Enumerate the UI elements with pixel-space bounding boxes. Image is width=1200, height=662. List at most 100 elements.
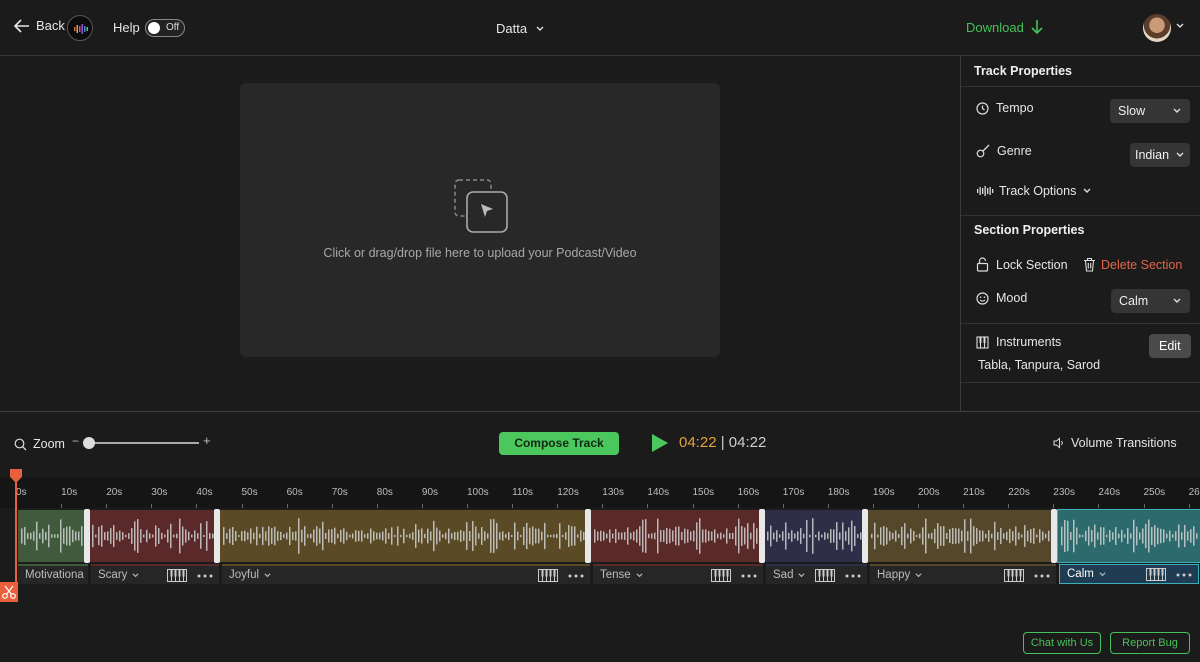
more-options-icon[interactable] [197, 569, 213, 582]
section-boundary-handle[interactable] [84, 509, 90, 563]
instruments-label-row: Instruments [976, 335, 1061, 349]
download-button[interactable]: Download [966, 19, 1044, 35]
section-mood-label: Calm [1067, 568, 1094, 580]
download-label: Download [966, 19, 1024, 35]
trash-icon [1084, 257, 1095, 272]
chat-with-us-button[interactable]: Chat with Us [1023, 632, 1101, 654]
back-button[interactable]: Back [14, 18, 65, 33]
more-options-icon[interactable] [845, 569, 861, 582]
section-label-bar[interactable]: Calm [1059, 564, 1199, 584]
timeline: 0s 10s 20s 30s 40s 50s 60s 70s 80s 90s 100s 110s 120… [0, 469, 1200, 602]
chevron-down-icon[interactable] [131, 572, 140, 579]
section-tools [1004, 569, 1050, 582]
section-label-bar[interactable]: Sad [766, 564, 867, 584]
chevron-down-icon[interactable] [914, 572, 923, 579]
section-label-bar[interactable]: Happy [870, 564, 1056, 584]
edit-instruments-button[interactable]: Edit [1149, 334, 1191, 358]
ruler-tick-label: 40s [196, 487, 213, 498]
section-boundary-handle[interactable] [585, 509, 591, 563]
waveform [92, 518, 214, 554]
time-display: 04:22 | 04:22 [679, 434, 766, 451]
ruler-tick-mark [512, 504, 514, 508]
tempo-label-row: Tempo [976, 101, 1034, 115]
tempo-select[interactable]: Slow [1110, 99, 1190, 123]
ruler-tick-mark [602, 504, 604, 508]
chevron-down-icon[interactable] [635, 572, 644, 579]
more-options-icon[interactable] [1176, 568, 1192, 581]
section-boundary-handle[interactable] [214, 509, 220, 563]
section-label-bar[interactable]: Joyful [222, 564, 590, 584]
chevron-down-icon[interactable] [263, 572, 272, 579]
lock-section-button[interactable]: Lock Section [976, 257, 1068, 272]
ruler-tick-mark [151, 504, 153, 508]
timeline-section[interactable] [868, 510, 1054, 562]
zoom-track [86, 442, 199, 444]
compose-track-button[interactable]: Compose Track [499, 432, 619, 455]
section-mood-label: Motivationa [25, 569, 84, 581]
section-label-bar[interactable]: Tense [593, 564, 763, 584]
timeline-section[interactable] [89, 510, 217, 562]
time-separator: | [720, 434, 725, 451]
section-tools [711, 569, 757, 582]
user-avatar[interactable] [1143, 14, 1171, 42]
toggle-state-label: Off [166, 22, 180, 33]
project-selector[interactable]: Datta [496, 21, 545, 36]
ruler-tick-mark [918, 504, 919, 508]
piano-icon[interactable] [815, 569, 835, 582]
more-options-icon[interactable] [1034, 569, 1050, 582]
total-time: 04:22 [728, 434, 767, 451]
piano-icon[interactable] [1004, 569, 1024, 582]
play-icon[interactable] [651, 433, 669, 453]
report-bug-button[interactable]: Report Bug [1110, 632, 1190, 654]
timeline-section[interactable] [220, 510, 587, 562]
help-toggle[interactable]: Off [145, 19, 185, 37]
section-boundary-handle[interactable] [862, 509, 868, 563]
chevron-down-icon[interactable] [1175, 22, 1185, 30]
timeline-section[interactable] [764, 510, 865, 562]
zoom-slider[interactable]: − + [72, 433, 212, 450]
section-tools [815, 569, 861, 582]
piano-icon[interactable] [538, 569, 558, 582]
timeline-section[interactable] [591, 510, 760, 562]
mood-select[interactable]: Calm [1111, 289, 1190, 313]
time-ruler[interactable]: 0s 10s 20s 30s 40s 50s 60s 70s 80s 90s 100s 110s 120… [0, 478, 1200, 508]
chevron-down-icon[interactable] [797, 572, 806, 579]
zoom-plus[interactable]: + [203, 433, 211, 448]
ruler-tick-mark [872, 504, 874, 508]
section-mood-label: Scary [98, 569, 128, 581]
ruler-tick-label: 160s [737, 487, 760, 498]
instruments-label: Instruments [996, 335, 1062, 349]
piano-icon [976, 335, 989, 349]
section-boundary-handle[interactable] [759, 509, 765, 563]
more-options-icon[interactable] [741, 569, 757, 582]
section-boundary-handle[interactable] [1051, 509, 1057, 563]
piano-icon[interactable] [167, 569, 187, 582]
upload-dropzone[interactable]: Click or drag/drop file here to upload y… [240, 83, 720, 357]
ruler-tick-mark [376, 504, 378, 508]
volume-transitions-label: Volume Transitions [1071, 436, 1177, 450]
piano-icon[interactable] [1146, 568, 1166, 581]
timeline-section[interactable] [18, 510, 86, 562]
genre-select[interactable]: Indian [1130, 143, 1190, 167]
section-label-bar[interactable]: Scary [91, 564, 219, 584]
section-label-bar[interactable]: Motivationa [18, 564, 88, 584]
delete-section-button[interactable]: Delete Section [1083, 257, 1182, 272]
ruler-tick-mark [286, 504, 288, 508]
section-mood-label: Joyful [229, 569, 260, 581]
track-options-toggle[interactable]: Track Options [976, 184, 1092, 198]
ruler-tick-label: 210s [963, 487, 985, 498]
piano-icon[interactable] [711, 569, 731, 582]
ruler-tick-label: 10s [61, 487, 78, 498]
timeline-section[interactable] [1057, 509, 1200, 563]
ruler-tick-label: 250s [1143, 487, 1166, 498]
arrow-down-icon [1031, 20, 1043, 35]
chevron-down-icon [1083, 188, 1091, 193]
more-options-icon[interactable] [568, 569, 584, 582]
zoom-minus[interactable]: − [72, 434, 79, 448]
split-button[interactable] [0, 582, 18, 602]
toggle-knob [148, 22, 160, 34]
volume-transitions-button[interactable]: Volume Transitions [1053, 436, 1177, 450]
chevron-down-icon[interactable] [1098, 571, 1107, 578]
ruler-tick-mark [737, 504, 739, 508]
zoom-thumb[interactable] [83, 437, 95, 449]
